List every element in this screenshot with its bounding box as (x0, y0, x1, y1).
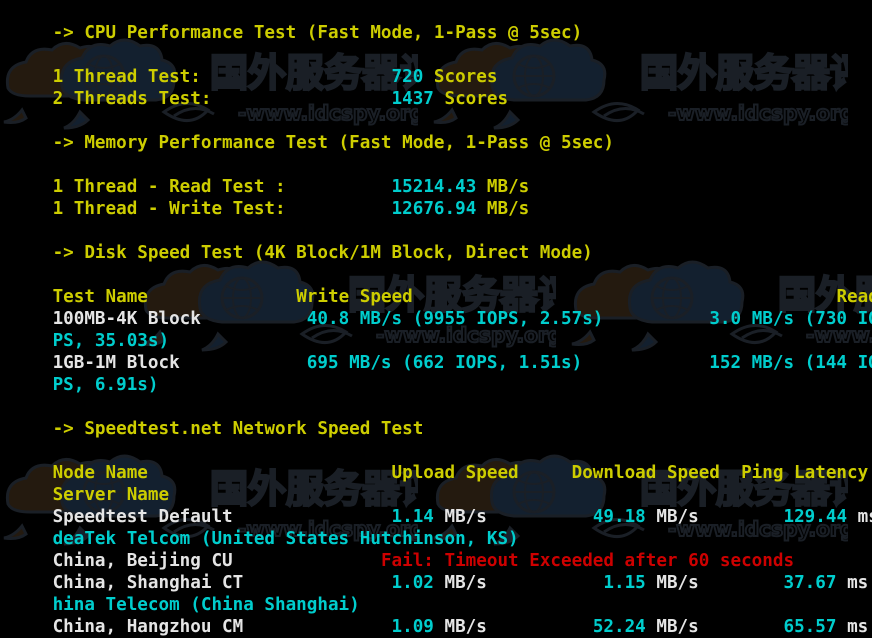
speedtest-row-hangzhou: China, Hangzhou CM 1.09 MB/s 52.24 MB/s … (0, 594, 872, 637)
cpu-heading-text: -> CPU Performance Test (Fast Mode, 1-Pa… (52, 23, 583, 43)
speedtest-row-shanghai-ping-unit: ms (847, 573, 869, 593)
terminal-output: -> CPU Performance Test (Fast Mode, 1-Pa… (0, 0, 872, 638)
speedtest-header-download: Download Speed (571, 463, 720, 483)
speedtest-row-hangzhou-ping-value: 65.57 (783, 617, 837, 637)
speedtest-row-hangzhou-ping-unit: ms (847, 617, 869, 637)
speedtest-header-upload: Upload Speed (391, 463, 519, 483)
memory-heading-text: -> Memory Performance Test (Fast Mode, 1… (52, 133, 614, 153)
disk-row-1m-read: 152 MB/s (144 IO (709, 353, 872, 373)
speedtest-heading-text: -> Speedtest.net Network Speed Test (52, 419, 424, 439)
speedtest-row-default-download-unit: MB/s (656, 507, 699, 527)
disk-heading: -> Disk Speed Test (4K Block/1M Block, D… (0, 220, 593, 263)
disk-row-1m-read-wrap: PS, 6.91s) (52, 375, 159, 395)
memory-row-write-label: 1 Thread - Write Test: (52, 199, 286, 219)
speedtest-row-hangzhou-download-unit: MB/s (656, 617, 699, 637)
speedtest-row-shanghai-upload-unit: MB/s (444, 573, 487, 593)
speedtest-row-default: Speedtest Default 1.14 MB/s 49.18 MB/s 1… (0, 484, 872, 527)
disk-row-1m: 1GB-1M Block 695 MB/s (662 IOPS, 1.51s) … (0, 330, 872, 373)
disk-header-row: Test Name Write Speed Read Speed (0, 264, 872, 307)
speedtest-row-hangzhou-server: hina Mobile Group Zhejiang Co.,Ltd (Chin… (0, 616, 593, 638)
cpu-row-2-value: 1437 (391, 89, 434, 109)
memory-row-write-value: 12676.94 (391, 199, 477, 219)
disk-row-1m-write: 695 MB/s (662 IOPS, 1.51s) (306, 353, 583, 373)
speedtest-header-ping: Ping Latency (741, 463, 869, 483)
speedtest-row-default-ping-value: 129.44 (783, 507, 848, 527)
speedtest-row-shanghai-server: hina Telecom (China Shanghai) (0, 572, 360, 615)
cpu-row-2-threads: 2 Threads Test: 1437 Scores (0, 66, 509, 109)
disk-row-4k: 100MB-4K Block 40.8 MB/s (9955 IOPS, 2.5… (0, 286, 872, 329)
speedtest-header-server: Server Name (0, 462, 170, 505)
cpu-row-1-thread: 1 Thread Test: 720 Scores (0, 44, 498, 87)
speedtest-row-shanghai-ping-value: 37.67 (783, 573, 837, 593)
speedtest-row-default-download-value: 49.18 (592, 507, 646, 527)
disk-row-4k-write: 40.8 MB/s (9955 IOPS, 2.57s) (306, 309, 604, 329)
speedtest-row-default-server: deaTek Telcom (United States Hutchinson,… (0, 506, 519, 549)
memory-row-write-unit: MB/s (486, 199, 530, 219)
memory-row-write: 1 Thread - Write Test: 12676.94 MB/s (0, 176, 530, 219)
disk-row-4k-wrap: PS, 35.03s) (0, 308, 170, 351)
disk-row-1m-wrap: PS, 6.91s) (0, 352, 159, 395)
speedtest-heading: -> Speedtest.net Network Speed Test (0, 396, 424, 439)
disk-heading-text: -> Disk Speed Test (4K Block/1M Block, D… (52, 243, 593, 263)
speedtest-row-beijing: China, Beijing CU Fail: Timeout Exceeded… (0, 528, 794, 571)
speedtest-row-hangzhou-download-value: 52.24 (592, 617, 646, 637)
speedtest-header-row: Node Name Upload Speed Download Speed Pi… (0, 440, 872, 483)
terminal-window[interactable]: 国外服务器评测 -www.idcspy.org- (0, 0, 872, 638)
speedtest-row-default-ping-unit: ms (857, 507, 872, 527)
memory-row-read: 1 Thread - Read Test : 15214.43 MB/s (0, 154, 530, 197)
cpu-heading: -> CPU Performance Test (Fast Mode, 1-Pa… (0, 0, 583, 43)
speedtest-row-shanghai-download-unit: MB/s (656, 573, 699, 593)
memory-heading: -> Memory Performance Test (Fast Mode, 1… (0, 110, 614, 153)
cpu-row-2-unit: Scores (444, 89, 509, 109)
disk-row-4k-read: 3.0 MB/s (730 IO (709, 309, 872, 329)
speedtest-row-shanghai: China, Shanghai CT 1.02 MB/s 1.15 MB/s 3… (0, 550, 872, 593)
speedtest-row-shanghai-download-value: 1.15 (603, 573, 646, 593)
speedtest-row-shanghai-upload-value: 1.02 (391, 573, 434, 593)
cpu-row-2-label: 2 Threads Test: (52, 89, 212, 109)
